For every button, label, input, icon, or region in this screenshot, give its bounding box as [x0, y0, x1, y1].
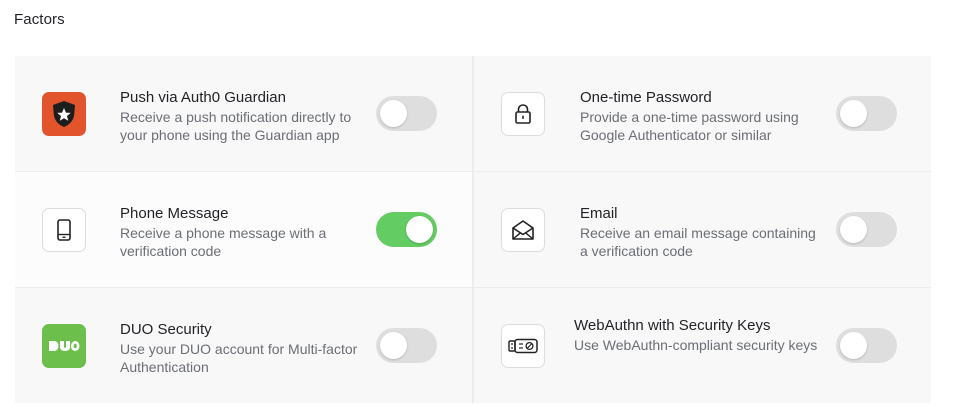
factor-description: Use your DUO account for Multi-factor Au… — [120, 341, 358, 375]
phone-icon — [42, 208, 86, 252]
factor-card-webauthn[interactable]: WebAuthn with Security Keys Use WebAuthn… — [474, 288, 931, 403]
envelope-icon — [501, 208, 545, 252]
factor-card-email[interactable]: Email Receive an email message containin… — [474, 172, 931, 287]
toggle-knob — [380, 332, 407, 359]
factor-description: Use WebAuthn-compliant security keys — [574, 337, 818, 353]
factor-card-duo[interactable]: DUO Security Use your DUO account for Mu… — [15, 288, 472, 403]
webauthn-toggle[interactable] — [836, 328, 897, 363]
toggle-knob — [840, 332, 867, 359]
duo-icon — [42, 324, 86, 368]
toggle-knob — [840, 216, 867, 243]
otp-toggle[interactable] — [836, 96, 897, 131]
security-key-icon — [501, 324, 545, 368]
factor-description: Receive a phone message with a verificat… — [120, 225, 327, 259]
factor-card-guardian[interactable]: Push via Auth0 Guardian Receive a push n… — [15, 56, 472, 171]
lock-icon — [501, 92, 545, 136]
toggle-knob — [380, 100, 407, 127]
factors-grid: Push via Auth0 Guardian Receive a push n… — [15, 56, 931, 403]
factor-title: Phone Message — [120, 205, 229, 222]
factor-title: WebAuthn with Security Keys — [574, 317, 771, 334]
factor-description: Provide a one-time password using Google… — [580, 109, 799, 143]
phone-message-toggle[interactable] — [376, 212, 437, 247]
section-title: Factors — [14, 11, 65, 28]
factor-title: Push via Auth0 Guardian — [120, 89, 286, 106]
auth0-guardian-icon — [42, 92, 86, 136]
factor-card-phone-message[interactable]: Phone Message Receive a phone message wi… — [15, 172, 472, 287]
factor-card-otp[interactable]: One-time Password Provide a one-time pas… — [474, 56, 931, 171]
toggle-knob — [840, 100, 867, 127]
duo-toggle[interactable] — [376, 328, 437, 363]
factor-title: Email — [580, 205, 618, 222]
factor-title: One-time Password — [580, 89, 712, 106]
factor-description: Receive an email message containing a ve… — [580, 225, 816, 259]
email-toggle[interactable] — [836, 212, 897, 247]
guardian-toggle[interactable] — [376, 96, 437, 131]
factor-title: DUO Security — [120, 321, 212, 338]
factor-description: Receive a push notification directly to … — [120, 109, 352, 143]
toggle-knob — [406, 216, 433, 243]
